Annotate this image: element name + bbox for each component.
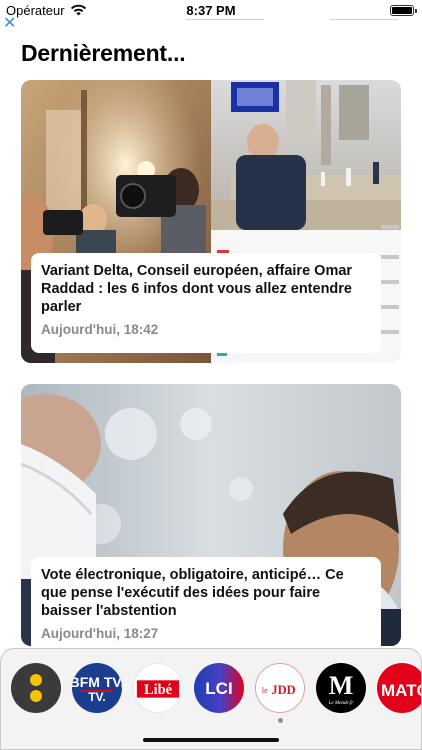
source-app-home[interactable] [11, 663, 61, 713]
le-jdd-logo: le JDD [262, 683, 296, 697]
article-card[interactable]: Vote électronique, obligatoire, anticipé… [21, 384, 401, 646]
article-text-box[interactable]: Vote électronique, obligatoire, anticipé… [31, 557, 381, 646]
clock: 8:37 PM [186, 3, 236, 18]
source-bfm-tv[interactable]: BFM TV. TV. [72, 663, 122, 713]
lci-logo-text: LCI [205, 679, 232, 698]
article-card[interactable]: Variant Delta, Conseil européen, affaire… [21, 80, 401, 363]
svg-text:TV.: TV. [88, 690, 106, 704]
double-dot-icon [30, 674, 42, 702]
paris-match-logo: MATC [381, 681, 422, 700]
source-lci[interactable]: LCI [194, 663, 244, 713]
ad-close-icon[interactable]: ✕ [3, 16, 16, 32]
liberation-logo-text: Libé [144, 682, 173, 698]
le-monde-logo: M Le Monde.fr [328, 671, 354, 706]
section-title: Dernièrement... [21, 40, 186, 66]
bfm-logo-text: BFM TV. [72, 674, 122, 690]
article-text-box[interactable]: Variant Delta, Conseil européen, affaire… [31, 253, 381, 353]
battery-icon [390, 5, 417, 16]
source-le-monde[interactable]: M Le Monde.fr [316, 663, 366, 713]
source-liberation[interactable]: Libé [133, 663, 183, 713]
bfm-tv-logo: BFM TV. TV. [72, 674, 122, 704]
article-timestamp: Aujourd'hui, 18:27 [41, 626, 159, 641]
article-title[interactable]: Variant Delta, Conseil européen, affaire… [41, 262, 371, 316]
page-indicator-dot [278, 718, 283, 723]
source-paris-match[interactable]: MATC [377, 663, 422, 713]
article-timestamp: Aujourd'hui, 18:42 [41, 322, 159, 337]
article-title[interactable]: Vote électronique, obligatoire, anticipé… [41, 566, 371, 620]
jdd-logo-text: JDD [271, 683, 295, 697]
paris-match-logo-text: MATC [381, 681, 422, 700]
source-le-jdd[interactable]: le JDD [255, 663, 305, 713]
le-monde-logo-caption: Le Monde.fr [328, 701, 354, 706]
divider [330, 19, 398, 20]
liberation-logo: Libé [136, 680, 180, 698]
svg-text:le: le [262, 685, 268, 695]
home-indicator[interactable] [143, 738, 279, 742]
le-monde-logo-letter: M [329, 671, 354, 700]
lci-logo: LCI [205, 679, 232, 698]
divider [186, 19, 264, 20]
